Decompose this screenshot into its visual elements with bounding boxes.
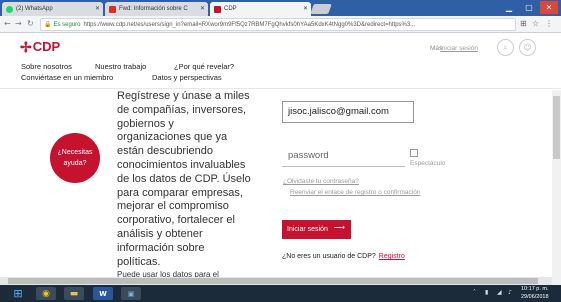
help-badge-line1: ¿Necesitas: [57, 149, 93, 156]
vertical-scroll-thumb[interactable]: [553, 96, 560, 159]
url-field[interactable]: 🔒 Es seguro https://www.cdp.net/es/users…: [40, 18, 516, 31]
close-icon[interactable]: ✕: [200, 5, 205, 12]
help-badge-line2: ayuda?: [63, 160, 87, 167]
blurb-line: para comparar empresas,: [117, 186, 243, 199]
show-password-label: Espectáculo: [410, 160, 446, 167]
cdp-logo-icon: ✢: [20, 38, 32, 55]
clock[interactable]: 10:17 p. m. 29/06/2018: [521, 286, 549, 301]
cdp-logo[interactable]: ✢ CDP: [20, 39, 60, 54]
address-bar-row: ← → ↻ 🔒 Es seguro https://www.cdp.net/es…: [0, 16, 561, 33]
app-icon[interactable]: ▣: [121, 287, 141, 300]
blurb-line: gobiernos y: [117, 117, 174, 130]
nav-work[interactable]: Nuestro trabajo: [95, 62, 146, 71]
windows-start-icon[interactable]: ⊞: [8, 287, 28, 300]
cdp-icon: [214, 5, 221, 13]
security-label: Es seguro: [53, 21, 81, 28]
register-link[interactable]: Registro: [379, 253, 405, 260]
tab-whatsapp[interactable]: (2) WhatsApp ✕: [2, 2, 103, 16]
new-tab-button[interactable]: [310, 4, 332, 14]
clock-time: 10:17 p. m.: [521, 286, 549, 292]
translate-icon[interactable]: ⊞: [520, 19, 527, 28]
search-icon[interactable]: ⌕: [497, 39, 514, 56]
gmail-icon: [109, 5, 116, 13]
login-section: ¿Necesitas ayuda? Regístrese y únase a m…: [0, 90, 561, 285]
browser-window: (2) WhatsApp ✕ Fwd: Información sobre C …: [0, 0, 561, 302]
site-header: ✢ CDP Sobre nosotros Nuestro trabajo ¿Po…: [0, 33, 561, 89]
blurb-line: organizaciones que ya: [117, 131, 228, 144]
header-login-link[interactable]: Iniciar sesión: [440, 45, 478, 52]
clock-date: 29/06/2018: [521, 293, 549, 300]
blurb-line: información sobre: [117, 241, 205, 254]
chrome-icon[interactable]: ◉: [36, 287, 56, 300]
login-button[interactable]: Iniciar sesión ⟶: [282, 220, 351, 239]
speaker-icon[interactable]: ♪: [508, 289, 512, 296]
reload-icon[interactable]: ↻: [27, 19, 34, 28]
arrow-right-icon: ⟶: [333, 223, 345, 232]
lock-icon: 🔒: [44, 22, 52, 28]
minimize-button[interactable]: ▁: [500, 1, 518, 14]
star-icon[interactable]: ☆: [532, 19, 539, 28]
logo-text: CDP: [32, 39, 61, 54]
blurb-line: análisis y obtener: [117, 227, 203, 240]
login-button-label: Iniciar sesión: [287, 226, 328, 233]
nav-about[interactable]: Sobre nosotros: [21, 62, 72, 71]
blurb-line: de los datos de CDP. Úselo: [117, 172, 251, 185]
chevron-up-icon[interactable]: ˄: [473, 289, 476, 296]
close-window-button[interactable]: ✕: [540, 1, 558, 14]
file-explorer-icon[interactable]: ▬: [64, 287, 84, 300]
blurb-line: Regístrese y únase a miles: [117, 90, 250, 102]
tab-label: Fwd: Información sobre C: [119, 6, 188, 12]
blurb-line: de compañías, inversores,: [117, 103, 247, 116]
back-icon[interactable]: ←: [4, 19, 11, 28]
blurb-line: mejorar el compromiso: [117, 200, 229, 213]
tab-gmail[interactable]: Fwd: Información sobre C ✕: [105, 2, 208, 16]
blurb-line: corporativo, fortalecer el: [117, 214, 235, 227]
password-field[interactable]: password: [288, 150, 329, 161]
close-icon[interactable]: ✕: [303, 5, 308, 12]
help-badge[interactable]: ¿Necesitas ayuda?: [50, 133, 100, 183]
forgot-password-link[interactable]: ¿Olvidaste tu contraseña?: [283, 178, 359, 185]
nav-member[interactable]: Conviértase en un miembro: [21, 73, 113, 82]
word-icon[interactable]: W: [93, 287, 113, 300]
network-icon[interactable]: ▮: [485, 289, 488, 296]
signup-description: Regístrese y únase a miles de compañías,…: [117, 90, 267, 280]
register-prompt-text: ¿No eres un usuario de CDP?: [282, 253, 376, 260]
register-prompt: ¿No eres un usuario de CDP? Registro: [282, 253, 405, 260]
horizontal-scroll-thumb[interactable]: [8, 278, 538, 284]
tab-strip: (2) WhatsApp ✕ Fwd: Información sobre C …: [0, 0, 561, 16]
email-field[interactable]: jisoc.jalisco@gmail.com: [282, 101, 414, 123]
close-icon[interactable]: ✕: [95, 5, 100, 12]
user-icon[interactable]: ☺: [519, 39, 536, 56]
maximize-button[interactable]: ▢: [520, 1, 538, 14]
taskbar: ⊞ ◉ ▬ W ▣ ˄ ▮ ◢ ♪ 10:17 p. m. 29/06/2018: [0, 285, 561, 302]
nav-why[interactable]: ¿Por qué revelar?: [174, 62, 234, 71]
tab-label: (2) WhatsApp: [16, 6, 53, 12]
password-underline: [282, 166, 405, 167]
forward-icon[interactable]: →: [15, 19, 22, 28]
nav-data[interactable]: Datos y perspectivas: [152, 73, 222, 82]
tab-cdp[interactable]: CDP ✕: [210, 2, 311, 16]
menu-icon[interactable]: ⋮: [545, 19, 553, 28]
blurb-line: políticas.: [117, 255, 161, 268]
whatsapp-icon: [6, 5, 13, 13]
show-password-checkbox[interactable]: [410, 149, 418, 157]
tab-label: CDP: [224, 6, 237, 12]
url-text: https://www.cdp.net/es/users/sign_in?ema…: [83, 21, 416, 28]
blurb-line: conocimientos invaluables: [117, 158, 246, 171]
blurb-line: están descubriendo: [117, 145, 214, 158]
resend-confirmation-link[interactable]: Reenviar el enlace de registro o confirm…: [290, 189, 420, 196]
volume-icon[interactable]: ◢: [497, 289, 502, 296]
